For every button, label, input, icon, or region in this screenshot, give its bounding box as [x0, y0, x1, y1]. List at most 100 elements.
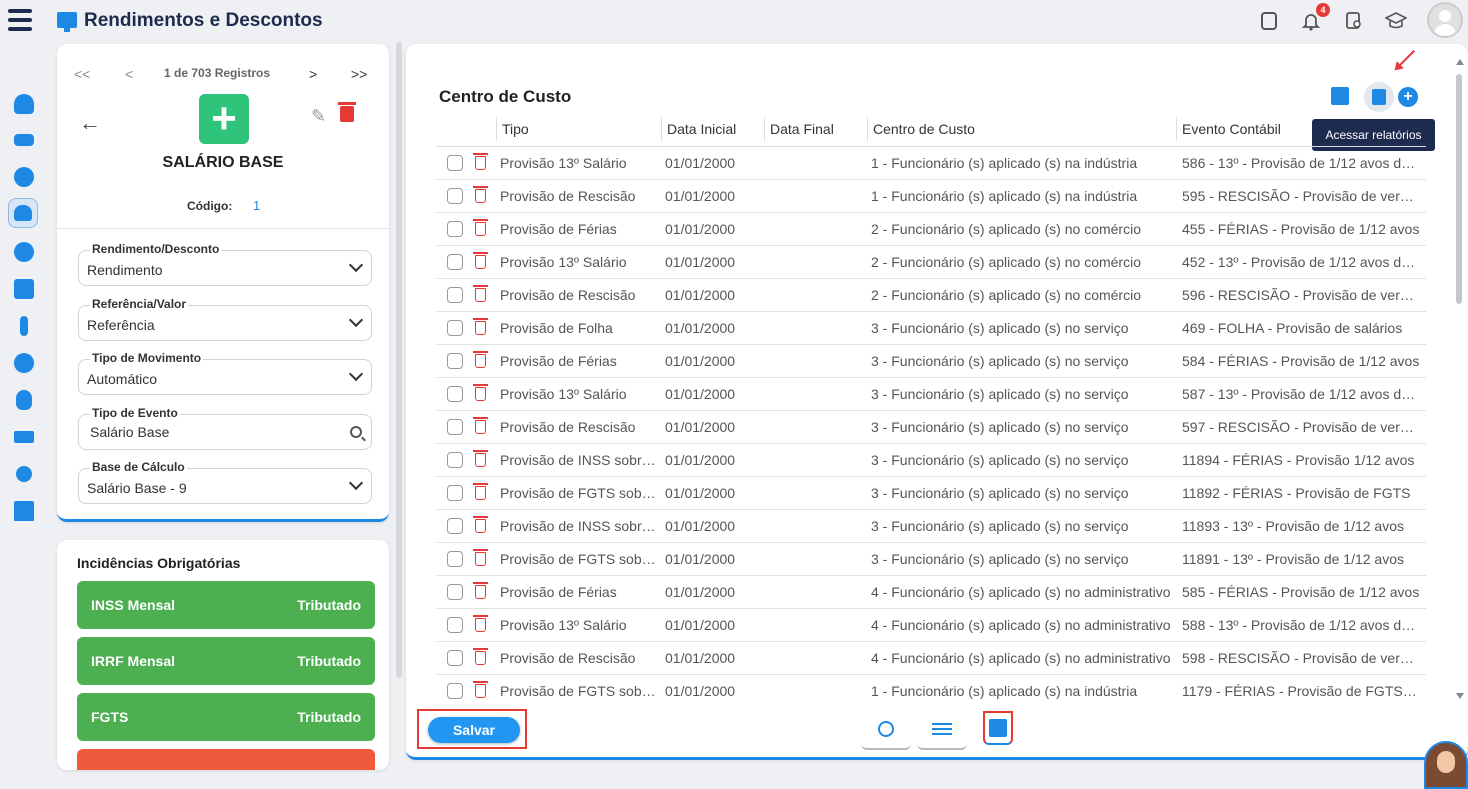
- trash-icon[interactable]: [473, 681, 488, 698]
- row-checkbox[interactable]: [447, 320, 463, 336]
- row-checkbox[interactable]: [447, 650, 463, 666]
- trash-icon[interactable]: [473, 516, 488, 533]
- table-row[interactable]: Provisão 13º Salário 01/01/2000 3 - Funcio…: [436, 378, 1426, 411]
- save-button[interactable]: Salvar: [428, 717, 520, 743]
- column-header[interactable]: Tipo: [496, 117, 661, 141]
- pager-prev-button[interactable]: <: [125, 66, 133, 82]
- row-checkbox[interactable]: [447, 155, 463, 171]
- add-record-button[interactable]: +: [199, 94, 249, 144]
- trash-icon[interactable]: [473, 186, 488, 203]
- row-checkbox[interactable]: [447, 584, 463, 600]
- tools-icon[interactable]: [12, 314, 36, 338]
- trash-icon[interactable]: [473, 648, 488, 665]
- column-header[interactable]: Centro de Custo: [867, 117, 1176, 141]
- row-checkbox[interactable]: [447, 353, 463, 369]
- table-row[interactable]: Provisão 13º Salário 01/01/2000 4 - Funcio…: [436, 609, 1426, 642]
- row-checkbox[interactable]: [447, 188, 463, 204]
- row-checkbox[interactable]: [447, 485, 463, 501]
- row-checkbox[interactable]: [447, 617, 463, 633]
- table-scrollbar[interactable]: [1454, 59, 1464, 699]
- home-icon[interactable]: [12, 499, 36, 523]
- trash-icon[interactable]: [473, 549, 488, 566]
- incidencia-row[interactable]: FGTS Tributado: [77, 693, 375, 741]
- trash-icon[interactable]: [473, 582, 488, 599]
- base-calculo-select[interactable]: Base de Cálculo Salário Base - 9: [78, 460, 372, 504]
- incidencia-row[interactable]: [77, 749, 375, 770]
- trash-icon[interactable]: [473, 153, 488, 170]
- search-icon[interactable]: [12, 462, 36, 486]
- table-row[interactable]: Provisão de Rescisão 01/01/2000 1 - Funcio…: [436, 180, 1426, 213]
- table-row[interactable]: Provisão de Rescisão 01/01/2000 3 - Funcio…: [436, 411, 1426, 444]
- incidencia-row[interactable]: IRRF Mensal Tributado: [77, 637, 375, 685]
- trash-icon[interactable]: [473, 450, 488, 467]
- table-row[interactable]: Provisão de FGTS sobre 13º 01/01/2000 3 - …: [436, 543, 1426, 576]
- incidencia-row[interactable]: INSS Mensal Tributado: [77, 581, 375, 629]
- rendimento-desconto-select[interactable]: Rendimento/Desconto Rendimento: [78, 242, 372, 286]
- table-row[interactable]: Provisão de Rescisão 01/01/2000 2 - Funcio…: [436, 279, 1426, 312]
- row-checkbox[interactable]: [447, 551, 463, 567]
- trash-icon[interactable]: [473, 252, 488, 269]
- table-row[interactable]: Provisão de Férias 01/01/2000 2 - Funcioná…: [436, 213, 1426, 246]
- scroll-up-icon[interactable]: [1456, 59, 1464, 65]
- tab-settings[interactable]: [861, 710, 911, 750]
- trash-icon[interactable]: [473, 318, 488, 335]
- row-checkbox[interactable]: [447, 287, 463, 303]
- trash-icon[interactable]: [473, 219, 488, 236]
- assistant-avatar-icon[interactable]: [1424, 741, 1468, 789]
- add-circle-icon[interactable]: +: [1398, 87, 1418, 107]
- trash-icon[interactable]: [473, 351, 488, 368]
- dollar-icon[interactable]: [12, 240, 36, 264]
- network-icon[interactable]: [12, 351, 36, 375]
- table-row[interactable]: Provisão de Férias 01/01/2000 3 - Funcioná…: [436, 345, 1426, 378]
- column-header[interactable]: Evento Contábil: [1176, 117, 1426, 141]
- tipo-evento-search-field[interactable]: Tipo de Evento Salário Base: [78, 406, 372, 450]
- left-panel-scrollbar[interactable]: [396, 42, 402, 678]
- trash-icon[interactable]: [473, 417, 488, 434]
- table-row[interactable]: Provisão de INSS sobre 13º 01/01/2000 3 - …: [436, 510, 1426, 543]
- pager-last-button[interactable]: >>: [351, 66, 367, 82]
- pager-first-button[interactable]: <<: [74, 66, 90, 82]
- table-row[interactable]: Provisão de Folha 01/01/2000 3 - Funcionár…: [436, 312, 1426, 345]
- row-checkbox[interactable]: [447, 386, 463, 402]
- calculator-icon[interactable]: [12, 277, 36, 301]
- pencil-icon[interactable]: ✎: [311, 106, 326, 127]
- table-row[interactable]: Provisão de FGTS sobre Férias 01/01/2000 1…: [436, 675, 1426, 701]
- trash-icon[interactable]: [338, 102, 356, 122]
- tipo-movimento-select[interactable]: Tipo de Movimento Automático: [78, 351, 372, 395]
- graduation-cap-icon[interactable]: [1383, 8, 1409, 34]
- scroll-down-icon[interactable]: [1456, 693, 1464, 699]
- user-avatar-icon[interactable]: [1427, 2, 1463, 38]
- document-search-icon[interactable]: [1341, 8, 1367, 34]
- trash-icon[interactable]: [473, 384, 488, 401]
- tab-filters[interactable]: [917, 710, 967, 750]
- clock-icon[interactable]: [12, 165, 36, 189]
- handshake-icon[interactable]: [12, 128, 36, 152]
- pager-next-button[interactable]: >: [309, 66, 317, 82]
- table-row[interactable]: Provisão de FGTS sobre Férias 01/01/2000 3…: [436, 477, 1426, 510]
- layers-icon[interactable]: [12, 425, 36, 449]
- search-icon[interactable]: [350, 426, 362, 438]
- row-checkbox[interactable]: [447, 452, 463, 468]
- row-checkbox[interactable]: [447, 683, 463, 699]
- user-gear-icon[interactable]: [12, 92, 36, 116]
- column-header[interactable]: Data Inicial: [661, 117, 764, 141]
- trash-icon[interactable]: [473, 285, 488, 302]
- trash-icon[interactable]: [473, 483, 488, 500]
- row-checkbox[interactable]: [447, 419, 463, 435]
- menu-icon[interactable]: [8, 9, 32, 31]
- row-checkbox[interactable]: [447, 518, 463, 534]
- column-header[interactable]: Data Final: [764, 117, 867, 141]
- reports-icon[interactable]: [1364, 82, 1394, 112]
- tablet-icon[interactable]: [1256, 8, 1282, 34]
- table-row[interactable]: Provisão de INSS sobre Férias 01/01/2000 3…: [436, 444, 1426, 477]
- tab-centro-custo[interactable]: [983, 711, 1013, 745]
- trash-icon[interactable]: [473, 615, 488, 632]
- table-row[interactable]: Provisão 13º Salário 01/01/2000 1 - Funcio…: [436, 147, 1426, 180]
- table-row[interactable]: Provisão de Rescisão 01/01/2000 4 - Funcio…: [436, 642, 1426, 675]
- table-row[interactable]: Provisão 13º Salário 01/01/2000 2 - Funcio…: [436, 246, 1426, 279]
- referencia-valor-select[interactable]: Referência/Valor Referência: [78, 297, 372, 341]
- scroll-thumb[interactable]: [1456, 74, 1462, 304]
- table-row[interactable]: Provisão de Férias 01/01/2000 4 - Funcioná…: [436, 576, 1426, 609]
- document-icon[interactable]: [1331, 87, 1349, 105]
- row-checkbox[interactable]: [447, 221, 463, 237]
